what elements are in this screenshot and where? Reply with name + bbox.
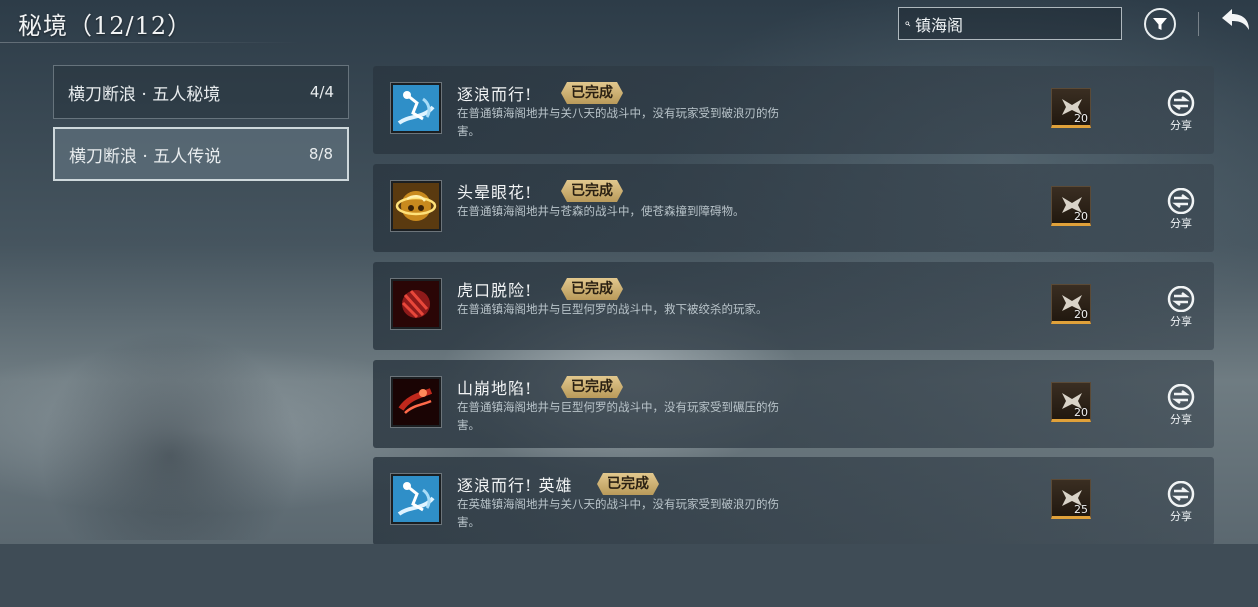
achievement-title: 虎口脱险!	[457, 281, 533, 300]
share-button[interactable]: 分享	[1163, 383, 1199, 428]
achievement-description: 在普通镇海阁地井与巨型何罗的战斗中，没有玩家受到碾压的伤害。	[457, 400, 779, 432]
title-underline	[0, 42, 300, 43]
back-arrow-icon[interactable]	[1218, 6, 1252, 38]
share-button[interactable]: 分享	[1163, 187, 1199, 232]
share-label: 分享	[1170, 510, 1192, 523]
category-five-person-legend[interactable]: 横刀断浪 · 五人传说 8/8	[53, 127, 349, 181]
share-button[interactable]: 分享	[1163, 285, 1199, 330]
bottom-band	[0, 544, 1258, 607]
achievement-title: 头晕眼花!	[457, 183, 533, 202]
category-count: 4/4	[309, 83, 334, 101]
wave-warrior-icon	[391, 474, 441, 524]
share-label: 分享	[1170, 413, 1192, 426]
header-divider	[1198, 12, 1199, 36]
achievement-title: 山崩地陷!	[457, 379, 533, 398]
completed-badge: 已完成	[597, 473, 659, 495]
search-input[interactable]	[911, 14, 1121, 33]
category-count: 8/8	[308, 145, 333, 163]
category-label: 横刀断浪 · 五人传说	[69, 146, 222, 167]
achievement-description: 在普通镇海阁地井与巨型何罗的战斗中，救下被绞杀的玩家。	[457, 302, 768, 316]
wave-warrior-icon	[391, 83, 441, 133]
achievement-description: 在普通镇海阁地井与苍森的战斗中，使苍森撞到障碍物。	[457, 204, 745, 218]
share-label: 分享	[1170, 217, 1192, 230]
share-icon	[1167, 480, 1195, 508]
share-icon	[1167, 187, 1195, 215]
share-icon	[1167, 383, 1195, 411]
reward-count: 20	[1074, 112, 1088, 125]
completed-badge: 已完成	[561, 180, 623, 202]
share-label: 分享	[1170, 119, 1192, 132]
reward-count: 25	[1074, 503, 1088, 516]
reward-item[interactable]: 20	[1051, 88, 1091, 128]
achievement-card: 山崩地陷! 已完成 在普通镇海阁地井与巨型何罗的战斗中，没有玩家受到碾压的伤害。…	[373, 360, 1214, 448]
share-button[interactable]: 分享	[1163, 480, 1199, 525]
reward-count: 20	[1074, 308, 1088, 321]
share-icon	[1167, 89, 1195, 117]
reward-item[interactable]: 25	[1051, 479, 1091, 519]
achievement-card: 逐浪而行! 已完成 在普通镇海阁地井与关八天的战斗中，没有玩家受到破浪刃的伤害。…	[373, 66, 1214, 154]
search-box[interactable]	[898, 7, 1122, 40]
achievement-card: 逐浪而行! 英雄 已完成 在英雄镇海阁地井与关八天的战斗中，没有玩家受到破浪刃的…	[373, 457, 1214, 544]
completed-badge: 已完成	[561, 82, 623, 104]
share-button[interactable]: 分享	[1163, 89, 1199, 134]
reward-item[interactable]: 20	[1051, 382, 1091, 422]
share-icon	[1167, 285, 1195, 313]
achievement-card: 头晕眼花! 已完成 在普通镇海阁地井与苍森的战斗中，使苍森撞到障碍物。 20 分…	[373, 164, 1214, 252]
achievement-list[interactable]: 逐浪而行! 已完成 在普通镇海阁地井与关八天的战斗中，没有玩家受到破浪刃的伤害。…	[373, 66, 1214, 544]
reward-item[interactable]: 20	[1051, 186, 1091, 226]
reward-count: 20	[1074, 406, 1088, 419]
page-title: 秘境（12/12）	[18, 12, 193, 40]
achievement-description: 在普通镇海阁地井与关八天的战斗中，没有玩家受到破浪刃的伤害。	[457, 106, 779, 138]
completed-badge: 已完成	[561, 278, 623, 300]
red-crush-icon	[391, 377, 441, 427]
reward-item[interactable]: 20	[1051, 284, 1091, 324]
reward-count: 20	[1074, 210, 1088, 223]
share-label: 分享	[1170, 315, 1192, 328]
category-five-person-secret[interactable]: 横刀断浪 · 五人秘境 4/4	[53, 65, 349, 119]
achievement-card: 虎口脱险! 已完成 在普通镇海阁地井与巨型何罗的战斗中，救下被绞杀的玩家。 20…	[373, 262, 1214, 350]
dizzy-golden-icon	[391, 181, 441, 231]
achievement-title: 逐浪而行!	[457, 85, 533, 104]
achievement-title: 逐浪而行! 英雄	[457, 476, 573, 495]
completed-badge: 已完成	[561, 376, 623, 398]
category-label: 横刀断浪 · 五人秘境	[68, 84, 221, 105]
filter-button[interactable]	[1144, 8, 1176, 40]
red-claw-icon	[391, 279, 441, 329]
achievement-description: 在英雄镇海阁地井与关八天的战斗中，没有玩家受到破浪刃的伤害。	[457, 497, 779, 529]
filter-icon	[1153, 18, 1167, 30]
